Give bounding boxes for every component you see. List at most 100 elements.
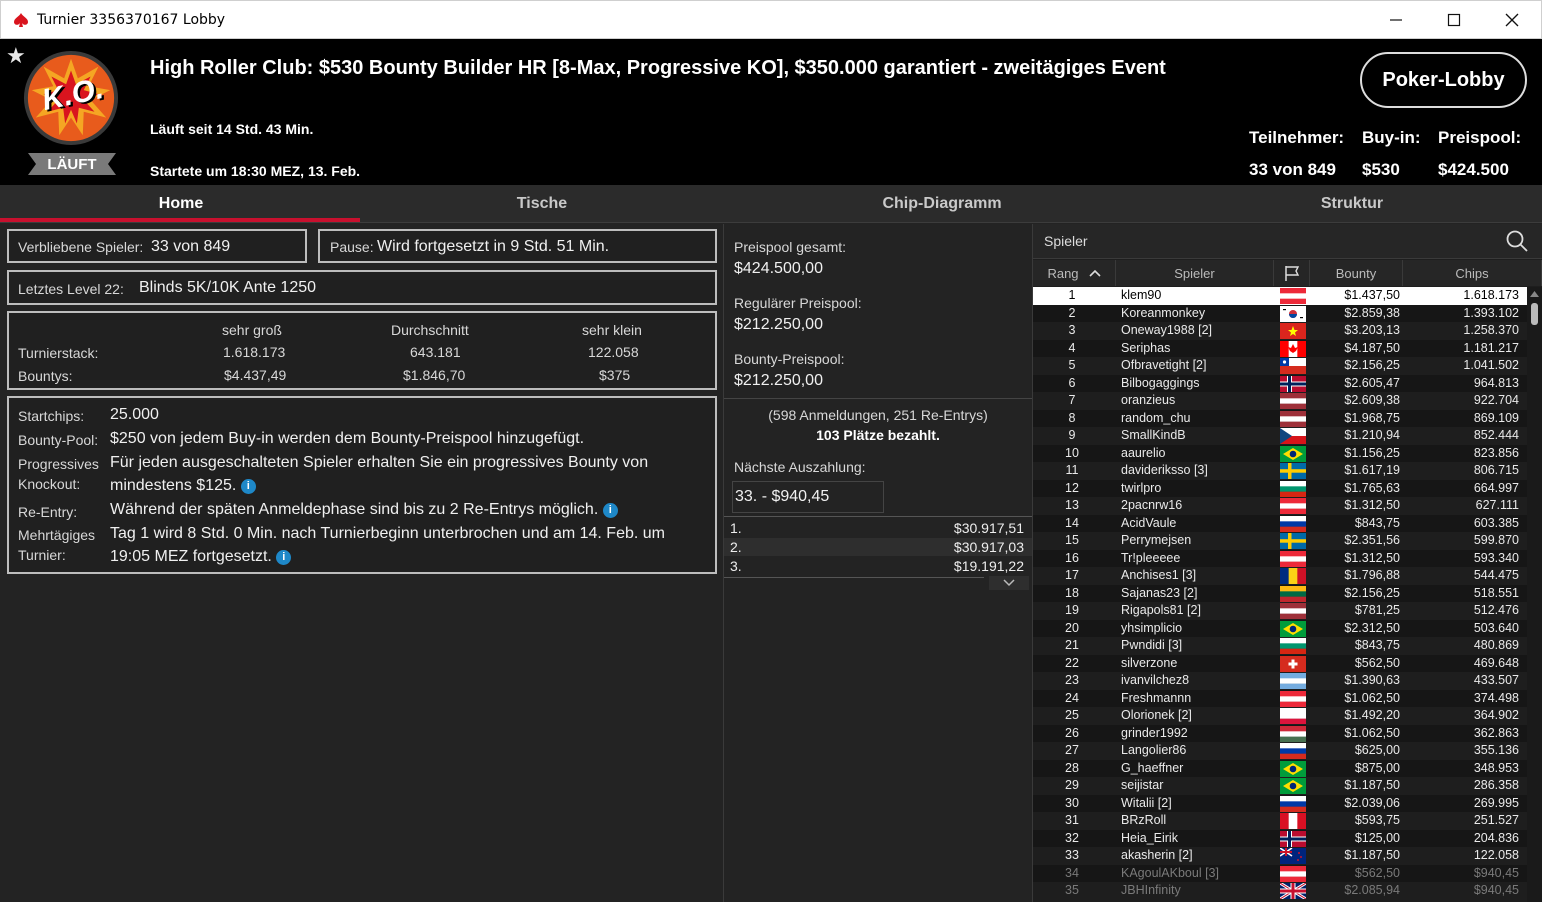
player-bounty: $781,25 (1354, 603, 1400, 617)
player-row[interactable]: 25 Olorionek [2] $1.492,20 364.902 (1033, 707, 1527, 725)
player-row[interactable]: 29 seijistar $1.187,50 286.358 (1033, 777, 1527, 795)
player-row[interactable]: 18 Sajanas23 [2] $2.156,25 518.551 (1033, 584, 1527, 602)
player-row[interactable]: 13 2pacnrw16 $1.312,50 627.111 (1033, 497, 1527, 515)
player-rank: 16 (1065, 550, 1079, 565)
stack-largest: 1.618.173 (223, 344, 286, 360)
player-name: Bilbogaggings (1121, 375, 1200, 390)
player-row[interactable]: 15 Perrymejsen $2.351,56 599.870 (1033, 532, 1527, 550)
column-chips[interactable]: Chips (1403, 260, 1542, 286)
player-row[interactable]: 30 Witalii [2] $2.039,06 269.995 (1033, 794, 1527, 812)
progressive-label: Progressives (18, 456, 99, 472)
player-name: oranzieus (1121, 393, 1176, 407)
tab-chip-chart[interactable]: Chip-Diagramm (722, 185, 1162, 223)
pause-label: Pause: (330, 239, 374, 255)
player-row[interactable]: 2 Koreanmonkey $2.859,38 1.393.102 (1033, 304, 1527, 322)
poker-lobby-button[interactable]: Poker-Lobby (1360, 52, 1527, 108)
player-row[interactable]: 32 Heia_Eirik $125,00 204.836 (1033, 829, 1527, 847)
player-row[interactable]: 31 BRzRoll $593,75 251.527 (1033, 812, 1527, 830)
player-bounty: $593,75 (1354, 813, 1400, 827)
close-button[interactable] (1483, 1, 1541, 39)
player-row[interactable]: 1 klem90 $1.437,50 1.618.173 (1033, 287, 1527, 305)
player-name: Pwndidi [3] (1121, 638, 1183, 652)
player-row[interactable]: 34 KAgoulAKboul [3] $562,50 $940,45 (1033, 864, 1527, 882)
column-bounty[interactable]: Bounty (1310, 260, 1403, 286)
player-name: Sajanas23 [2] (1121, 585, 1198, 600)
bounty-prizepool-label: Bounty-Preispool: (734, 351, 845, 367)
player-chips: 1.393.102 (1463, 305, 1519, 320)
scroll-up-icon[interactable] (1530, 290, 1539, 298)
player-row[interactable]: 11 davideriksso [3] $1.617,19 806.715 (1033, 462, 1527, 480)
player-row[interactable]: 10 aaurelio $1.156,25 823.856 (1033, 444, 1527, 462)
info-icon[interactable]: i (276, 550, 292, 565)
player-rank: 1 (1068, 288, 1076, 302)
player-row[interactable]: 20 yhsimplicio $2.312,50 503.640 (1033, 619, 1527, 637)
player-rank: 35 (1065, 883, 1079, 897)
player-row[interactable]: 24 Freshmannn $1.062,50 374.498 (1033, 689, 1527, 707)
player-row[interactable]: 21 Pwndidi [3] $843,75 480.869 (1033, 637, 1527, 655)
player-chips: 374.498 (1473, 690, 1519, 705)
stack-header-largest: sehr groß (222, 322, 282, 338)
player-rank: 25 (1065, 708, 1079, 722)
maximize-button[interactable] (1425, 1, 1483, 39)
stack-smallest: 122.058 (588, 344, 639, 360)
country-flag-icon (1280, 883, 1306, 899)
column-country[interactable] (1274, 260, 1310, 286)
player-row[interactable]: 28 G_haeffner $875,00 348.953 (1033, 759, 1527, 777)
player-row[interactable]: 27 Langolier86 $625,00 355.136 (1033, 742, 1527, 760)
info-icon[interactable]: i (240, 479, 256, 494)
player-bounty: $1.968,75 (1344, 410, 1400, 425)
players-panel: Spieler Rang Spieler Bounty Chips 1 klem9… (1033, 224, 1542, 902)
player-search-input[interactable]: Spieler (1033, 224, 1542, 259)
player-row[interactable]: 23 ivanvilchez8 $1.390,63 433.507 (1033, 672, 1527, 690)
player-bounty: $2.085,94 (1344, 883, 1400, 897)
tab-tables[interactable]: Tische (362, 185, 722, 223)
player-name: twirlpro (1121, 480, 1162, 495)
player-row[interactable]: 12 twirlpro $1.765,63 664.997 (1033, 479, 1527, 497)
level-value: Blinds 5K/10K Ante 1250 (139, 279, 317, 296)
info-icon[interactable]: i (602, 503, 618, 518)
player-row[interactable]: 19 Rigapols81 [2] $781,25 512.476 (1033, 602, 1527, 620)
player-row[interactable]: 3 Oneway1988 [2] $3.203,13 1.258.370 (1033, 322, 1527, 340)
scrollbar-thumb[interactable] (1531, 303, 1538, 325)
prize-panel: Preispool gesamt: $424.500,00 Regulärer … (723, 224, 1033, 902)
column-rank[interactable]: Rang (1033, 260, 1116, 286)
player-list-scrollbar[interactable] (1527, 287, 1542, 902)
player-row[interactable]: 14 AcidVaule $843,75 603.385 (1033, 514, 1527, 532)
player-row[interactable]: 26 grinder1992 $1.062,50 362.863 (1033, 724, 1527, 742)
column-player[interactable]: Spieler (1116, 260, 1274, 286)
player-search-placeholder: Spieler (1044, 233, 1088, 249)
bounty-prizepool-value: $212.250,00 (734, 372, 823, 389)
prizepool-label: Preispool: (1438, 128, 1522, 147)
player-chips: 1.618.173 (1463, 288, 1519, 302)
player-bounty: $2.609,38 (1344, 393, 1400, 407)
player-row[interactable]: 6 Bilbogaggings $2.605,47 964.813 (1033, 374, 1527, 392)
window-title: Turnier 3356370167 Lobby (37, 12, 226, 28)
player-name: Oneway1988 [2] (1121, 323, 1213, 337)
next-payout-value: 33. - $940,45 (735, 488, 830, 505)
player-row[interactable]: 35 JBHInfinity $2.085,94 $940,45 (1033, 882, 1527, 900)
level-box: Letztes Level 22: Blinds 5K/10K Ante 125… (7, 270, 717, 305)
player-row[interactable]: 8 random_chu $1.968,75 869.109 (1033, 409, 1527, 427)
player-rank: 17 (1065, 568, 1079, 582)
search-icon[interactable] (1505, 229, 1529, 253)
stack-header-average: Durchschnitt (391, 322, 469, 338)
player-row[interactable]: 4 Seriphas $4.187,50 1.181.217 (1033, 339, 1527, 357)
tab-structure[interactable]: Struktur (1162, 185, 1542, 223)
multiday-value-line: 19:05 MEZ fortgesetzt. i (110, 548, 292, 566)
player-rank: 24 (1065, 690, 1079, 705)
player-rank: 23 (1065, 673, 1079, 687)
player-row[interactable]: 9 SmallKindB $1.210,94 852.444 (1033, 427, 1527, 445)
player-bounty: $2.156,25 (1344, 585, 1400, 600)
country-flag-icon (1280, 498, 1306, 514)
player-row[interactable]: 7 oranzieus $2.609,38 922.704 (1033, 392, 1527, 410)
running-duration: Läuft seit 14 Std. 43 Min. (150, 121, 314, 137)
player-row[interactable]: 22 silverzone $562,50 469.648 (1033, 654, 1527, 672)
country-flag-icon (1280, 673, 1306, 689)
player-row[interactable]: 5 Ofbravetight [2] $2.156,25 1.041.502 (1033, 357, 1527, 375)
expand-payouts-button[interactable] (989, 576, 1029, 590)
player-row[interactable]: 16 Tr!pleeeee $1.312,50 593.340 (1033, 549, 1527, 567)
player-row[interactable]: 33 akasherin [2] $1.187,50 122.058 (1033, 847, 1527, 865)
divider (724, 577, 984, 578)
minimize-button[interactable] (1367, 1, 1425, 39)
player-row[interactable]: 17 Anchises1 [3] $1.796,88 544.475 (1033, 567, 1527, 585)
